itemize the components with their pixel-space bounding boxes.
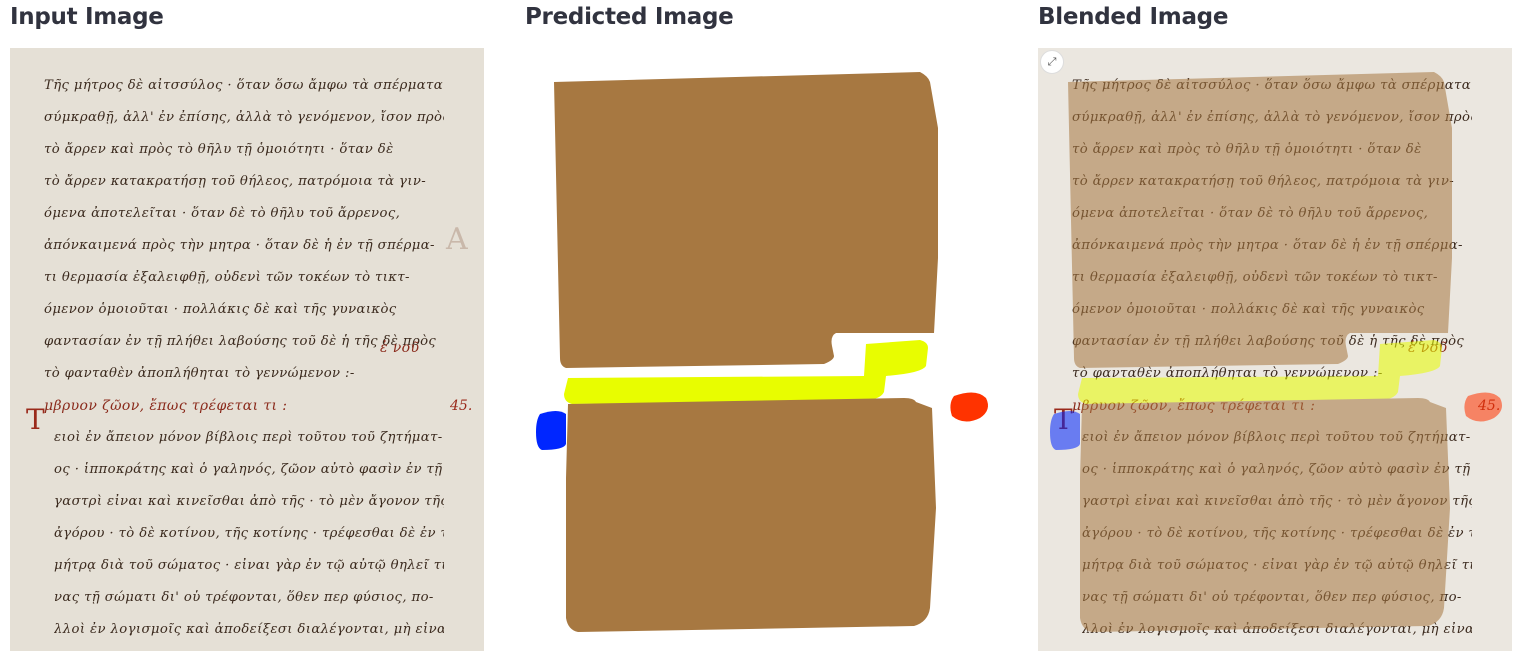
predicted-image-title: Predicted Image (525, 4, 734, 30)
manuscript-line: μβρυον ζῶον, ἔπως τρέφεται τι : (44, 398, 288, 414)
main-text-region-bottom (566, 398, 936, 632)
drop-capital: T (26, 403, 45, 436)
manuscript-line: μήτρᾳ διὰ τοῦ σώματος · εἶναι γὰρ ἐν τῷ … (54, 558, 444, 573)
blended-image-title: Blended Image (1038, 4, 1229, 30)
input-image: Τῆς μήτρος δὲ αἰτσσύλος · ὅταν ὅσω ἄμφω … (10, 48, 484, 651)
manuscript-line: ος · ἱπποκράτης καὶ ὁ γαληνός, ζῶον αὐτὸ… (54, 462, 443, 477)
manuscript-line: τὸ φανταθὲν ἀποπλήθηται τὸ γεννώμενον :- (44, 366, 355, 381)
rubric-right: ἐ νοῦ (380, 340, 420, 356)
overlay-margin-note (1464, 392, 1502, 422)
predicted-image (524, 48, 998, 651)
manuscript-line: σύμκραθῇ, ἀλλ' ἐν ἐπίσης, ἀλλὰ τὸ γενόμε… (44, 110, 444, 125)
drop-capital-region (536, 411, 566, 450)
margin-number: 45. (450, 398, 473, 414)
manuscript-line: νας τῇ σώματι δι' οὗ τρέφονται, ὅθεν περ… (54, 590, 434, 605)
overlay-drop-capital (1050, 411, 1080, 450)
manuscript-line: ειοὶ ἐν ἄπειον μόνον βίβλοις περὶ τοῦτου… (54, 430, 443, 445)
manuscript-offset-mark: A (446, 222, 468, 257)
blended-image: Τῆς μήτρος δὲ αἰτσσύλος · ὅταν ὅσω ἄμφω … (1038, 48, 1512, 651)
main-text-region-top (554, 72, 938, 368)
manuscript-line: λλοὶ ἐν λογισμοῖς καὶ ἀποδείξεσι διαλέγο… (54, 622, 444, 637)
manuscript-line: τι θερμασία ἐξαλειφθῇ, οὐδενὶ τῶν τοκέων… (44, 270, 410, 285)
manuscript-line: Τῆς μήτρος δὲ αἰτσσύλος · ὅταν ὅσω ἄμφω … (44, 78, 444, 93)
manuscript-line: όμενα ἀποτελεῖται · ὅταν δὲ τὸ θῆλυ τοῦ … (44, 206, 401, 221)
input-image-title: Input Image (10, 4, 164, 30)
manuscript-line: τὸ ἄρρεν κατακρατήσῃ τοῦ θήλεος, πατρόμο… (44, 174, 427, 189)
segmentation-mask (536, 72, 988, 632)
manuscript-line: ἀγόρου · τὸ δὲ κοτίνου, τῆς κοτίνης · τρ… (54, 526, 444, 541)
fullscreen-expand-icon[interactable]: ⤢ (1040, 50, 1064, 74)
margin-note-region (950, 392, 988, 422)
manuscript-line: ἀπόνκαιμενά πρὸς τὴν μητρα · ὅταν δὲ ἡ ἐ… (44, 238, 435, 253)
overlay-main-text-bottom (1080, 398, 1450, 632)
segmentation-overlay (1050, 72, 1502, 632)
manuscript-line: τὸ ἄρρεν καὶ πρὸς τὸ θῆλυ τῇ ὁμοιότητι ·… (44, 142, 394, 157)
manuscript-line: γαστρὶ εἶναι καὶ κινεῖσθαι ἀπὸ τῆς · τὸ … (54, 494, 444, 509)
overlay-main-text-top (1068, 72, 1452, 368)
manuscript-line: όμενον ὁμοιοῦται · πολλάκις δὲ καὶ τῆς γ… (44, 302, 397, 317)
